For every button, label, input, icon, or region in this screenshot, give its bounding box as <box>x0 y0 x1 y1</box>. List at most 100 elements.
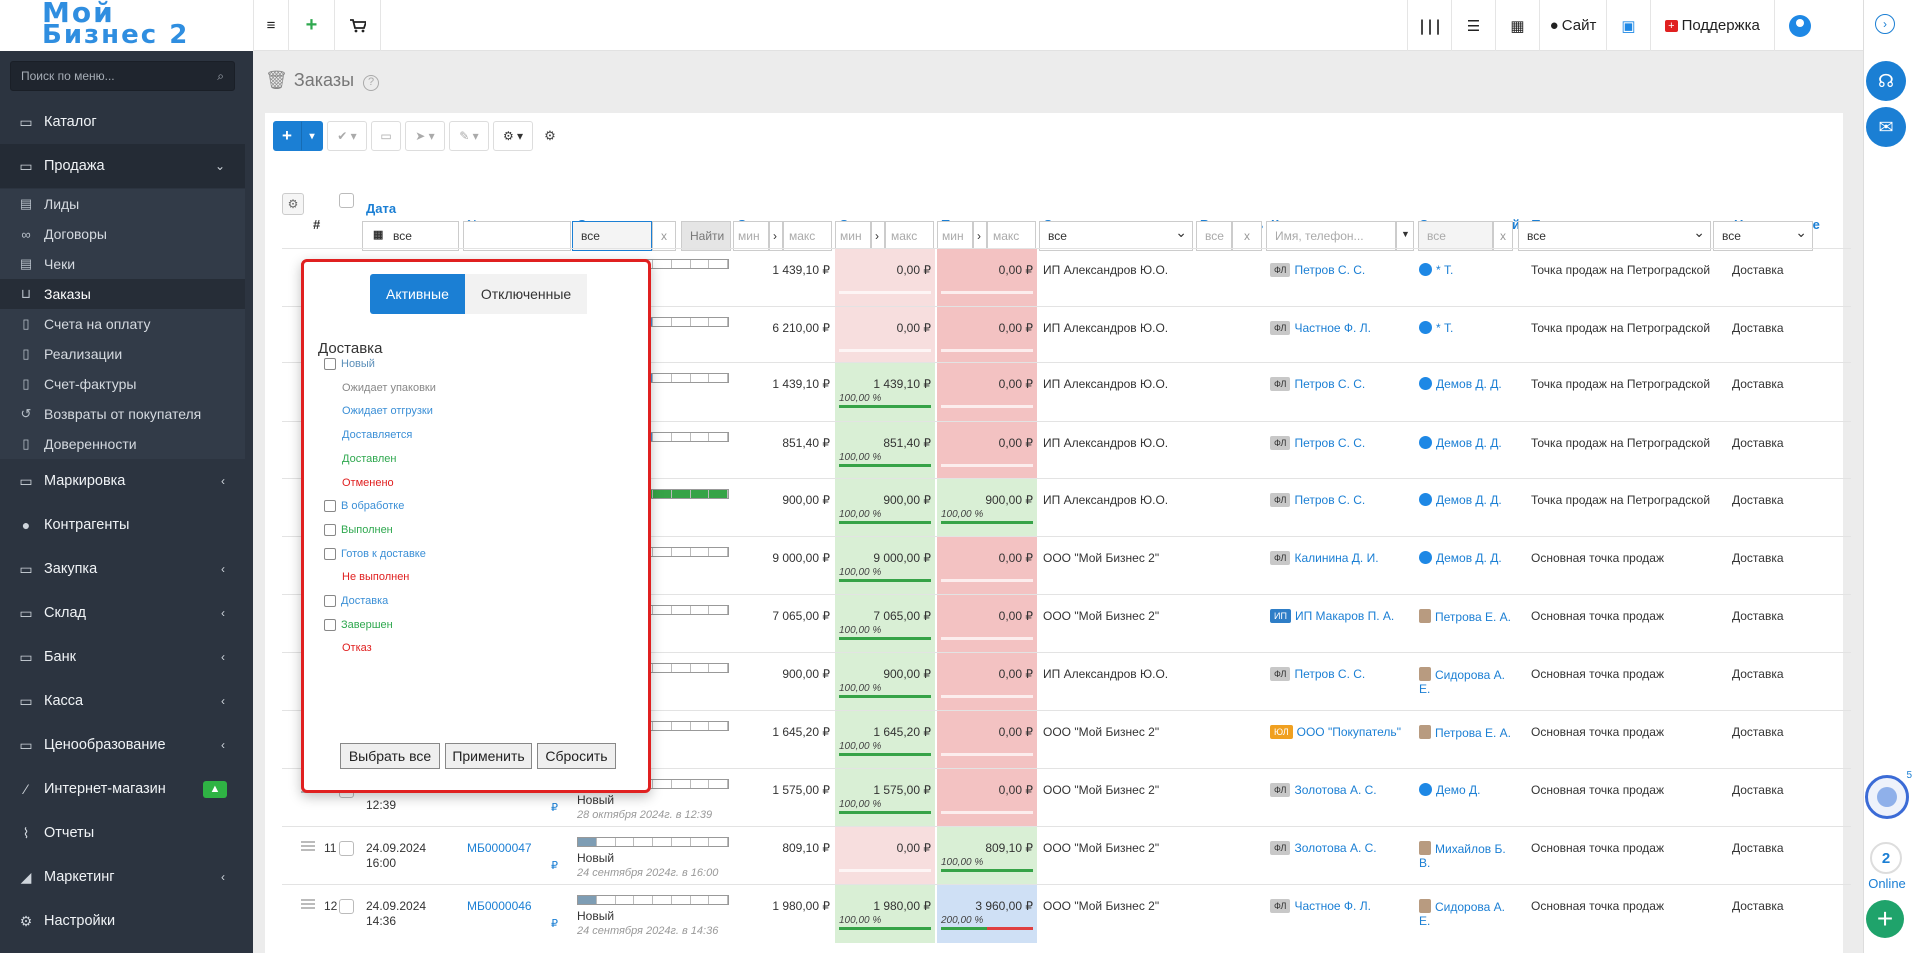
stage-clear-button[interactable]: x <box>652 221 676 251</box>
date-filter[interactable]: ▦ все <box>362 221 459 251</box>
row-doc-link[interactable]: МБ0000046 <box>467 899 557 913</box>
responsible-link[interactable]: Демо Д. <box>1436 783 1481 797</box>
stage-option-checkbox[interactable] <box>324 358 336 370</box>
attach-dropdown-button[interactable]: ✎ ▾ <box>449 121 489 151</box>
responsible-link-cont[interactable]: В. <box>1419 856 1515 870</box>
row-responsible[interactable]: Михайлов Б. В. <box>1419 841 1515 870</box>
responsible-link[interactable]: Михайлов Б. <box>1435 842 1506 856</box>
sidebar-item-contractors[interactable]: ● Контрагенты <box>0 503 245 547</box>
contractor-search-input[interactable]: Имя, телефон... <box>1266 221 1396 251</box>
sidebar-item-catalog[interactable]: ▭ Каталог <box>0 100 245 144</box>
apply-button[interactable]: Применить <box>445 743 532 769</box>
responsible-link[interactable]: * Т. <box>1436 263 1453 277</box>
row-contractor[interactable]: ФЛ Петров С. С. <box>1270 263 1410 277</box>
settings-dropdown-button[interactable]: ⚙ ▾ <box>493 121 533 151</box>
stage-option[interactable]: Доставка <box>324 595 388 607</box>
paid-min-input[interactable]: мин <box>835 221 871 251</box>
sum-max-input[interactable]: макс <box>783 221 832 251</box>
stage-filter-input[interactable]: все <box>572 221 652 251</box>
row-contractor[interactable]: ФЛ Калинина Д. И. <box>1270 551 1410 565</box>
sidebar-sub-contracts[interactable]: ∞ Договоры <box>0 219 245 249</box>
row-responsible[interactable]: Демов Д. Д. <box>1419 377 1515 391</box>
site-link[interactable]: ● Сайт <box>1539 0 1606 51</box>
select-all-button[interactable]: Выбрать все <box>340 743 440 769</box>
contractor-link[interactable]: Калинина Д. И. <box>1294 551 1378 565</box>
print-button[interactable]: ▭ <box>371 121 401 151</box>
logo[interactable]: Мой Бизнес 2 <box>0 0 253 51</box>
row-responsible[interactable]: Петрова Е. А. <box>1419 725 1515 740</box>
assistant-button[interactable]: ▣ <box>1606 0 1650 51</box>
sidebar-sub-sales[interactable]: ▯ Реализации <box>0 339 245 369</box>
responsible-link[interactable]: Демов Д. Д. <box>1436 551 1502 565</box>
table-settings-button[interactable]: ⚙ <box>282 193 304 215</box>
row-responsible[interactable]: Демов Д. Д. <box>1419 551 1515 565</box>
stage-option-checkbox[interactable] <box>324 500 336 513</box>
row-responsible[interactable]: Сидорова А. Е. <box>1419 667 1515 696</box>
drag-handle-icon[interactable] <box>301 841 315 851</box>
barcode-button[interactable]: ||| <box>1407 0 1451 51</box>
create-dropdown-button[interactable]: ▾ <box>301 121 323 151</box>
responsible-link[interactable]: * Т. <box>1436 321 1453 335</box>
responsible-link-cont[interactable]: Е. <box>1419 914 1515 928</box>
contractor-link[interactable]: Частное Ф. Л. <box>1294 321 1370 335</box>
driver-filter-input[interactable]: все <box>1196 221 1232 251</box>
table-row[interactable]: 12 24.09.2024 14:36 МБ0000046 ₽ Новый 24 сентя… <box>282 884 1851 943</box>
sidebar-sub-orders[interactable]: ⊔ Заказы <box>0 279 245 309</box>
stage-option[interactable]: Новый <box>324 358 375 370</box>
row-checkbox[interactable] <box>339 841 354 856</box>
help-icon[interactable]: ? <box>363 75 380 91</box>
responsible-link[interactable]: Сидорова А. <box>1435 900 1505 914</box>
stage-option[interactable]: Ожидает отгрузки <box>324 405 433 417</box>
contractor-link[interactable]: ООО "Покупатель" <box>1297 725 1401 739</box>
sold-max-input[interactable]: макс <box>987 221 1036 251</box>
sidebar-item-cashbox[interactable]: ▭ Касса ‹ <box>0 679 245 723</box>
org-filter-select[interactable]: все <box>1039 221 1193 251</box>
check-dropdown-button[interactable]: ✔ ▾ <box>327 121 367 151</box>
contractor-link[interactable]: Частное Ф. Л. <box>1294 899 1370 913</box>
contractor-dropdown-button[interactable]: ▼ <box>1396 221 1414 251</box>
tab-inactive[interactable]: Отключенные <box>464 274 588 314</box>
responsible-link[interactable]: Демов Д. Д. <box>1436 377 1502 391</box>
responsible-link-cont[interactable]: Е. <box>1419 682 1515 696</box>
stage-option[interactable]: Ожидает упаковки <box>324 382 436 394</box>
row-contractor[interactable]: ФЛ Петров С. С. <box>1270 667 1410 681</box>
table-row[interactable]: 11 24.09.2024 16:00 МБ0000047 ₽ Новый 24 сентя… <box>282 826 1851 885</box>
sidebar-sub-receipts[interactable]: ▤ Чеки <box>0 249 245 279</box>
sidebar-item-bank[interactable]: ▭ Банк ‹ <box>0 635 245 679</box>
columns-settings-button[interactable]: ⚙ <box>537 121 563 151</box>
row-contractor[interactable]: ФЛ Золотова А. С. <box>1270 783 1410 797</box>
sidebar-item-sales[interactable]: ▭ Продажа ⌄ <box>0 144 245 188</box>
row-contractor[interactable]: ФЛ Петров С. С. <box>1270 436 1410 450</box>
stage-option[interactable]: Готов к доставке <box>324 547 426 560</box>
reset-button[interactable]: Сбросить <box>537 743 616 769</box>
tab-active[interactable]: Активные <box>370 274 465 314</box>
responsible-link[interactable]: Демов Д. Д. <box>1436 493 1502 507</box>
user-menu-button[interactable] <box>1774 0 1824 51</box>
stage-option[interactable]: Не выполнен <box>324 571 409 583</box>
cart-button[interactable] <box>335 0 381 51</box>
sidebar-sub-leads[interactable]: ▤ Лиды <box>0 189 245 219</box>
row-responsible[interactable]: Петрова Е. А. <box>1419 609 1515 624</box>
sidebar-item-warehouse[interactable]: ▭ Склад ‹ <box>0 591 245 635</box>
stage-option[interactable]: Доставляется <box>324 429 412 441</box>
drag-handle-icon[interactable] <box>301 899 315 909</box>
support-chat-button[interactable]: ☊ <box>1866 61 1906 101</box>
find-button[interactable]: Найти <box>681 221 731 251</box>
stage-option[interactable]: В обработке <box>324 500 404 513</box>
stage-option-checkbox[interactable] <box>324 523 336 536</box>
contractor-link[interactable]: Петров С. С. <box>1294 667 1365 681</box>
dir-filter-select[interactable]: все <box>1713 221 1813 251</box>
create-order-button[interactable]: + <box>273 121 301 151</box>
sidebar-sub-proxies[interactable]: ▯ Доверенности <box>0 429 245 459</box>
doc-filter-input[interactable] <box>463 221 571 251</box>
row-responsible[interactable]: * Т. <box>1419 321 1515 335</box>
sidebar-scrollbar[interactable] <box>245 51 253 953</box>
contractor-link[interactable]: Петров С. С. <box>1294 436 1365 450</box>
sidebar-item-webshop[interactable]: ⁄ Интернет-магазин ▲ <box>0 767 245 811</box>
resp-filter-input[interactable]: все <box>1418 221 1493 251</box>
sidebar-sub-tax-invoices[interactable]: ▯ Счет-фактуры <box>0 369 245 399</box>
pos-filter-select[interactable]: все <box>1518 221 1711 251</box>
sum-min-input[interactable]: мин <box>733 221 769 251</box>
sold-min-input[interactable]: мин <box>937 221 973 251</box>
support-button[interactable]: + Поддержка <box>1650 0 1774 51</box>
